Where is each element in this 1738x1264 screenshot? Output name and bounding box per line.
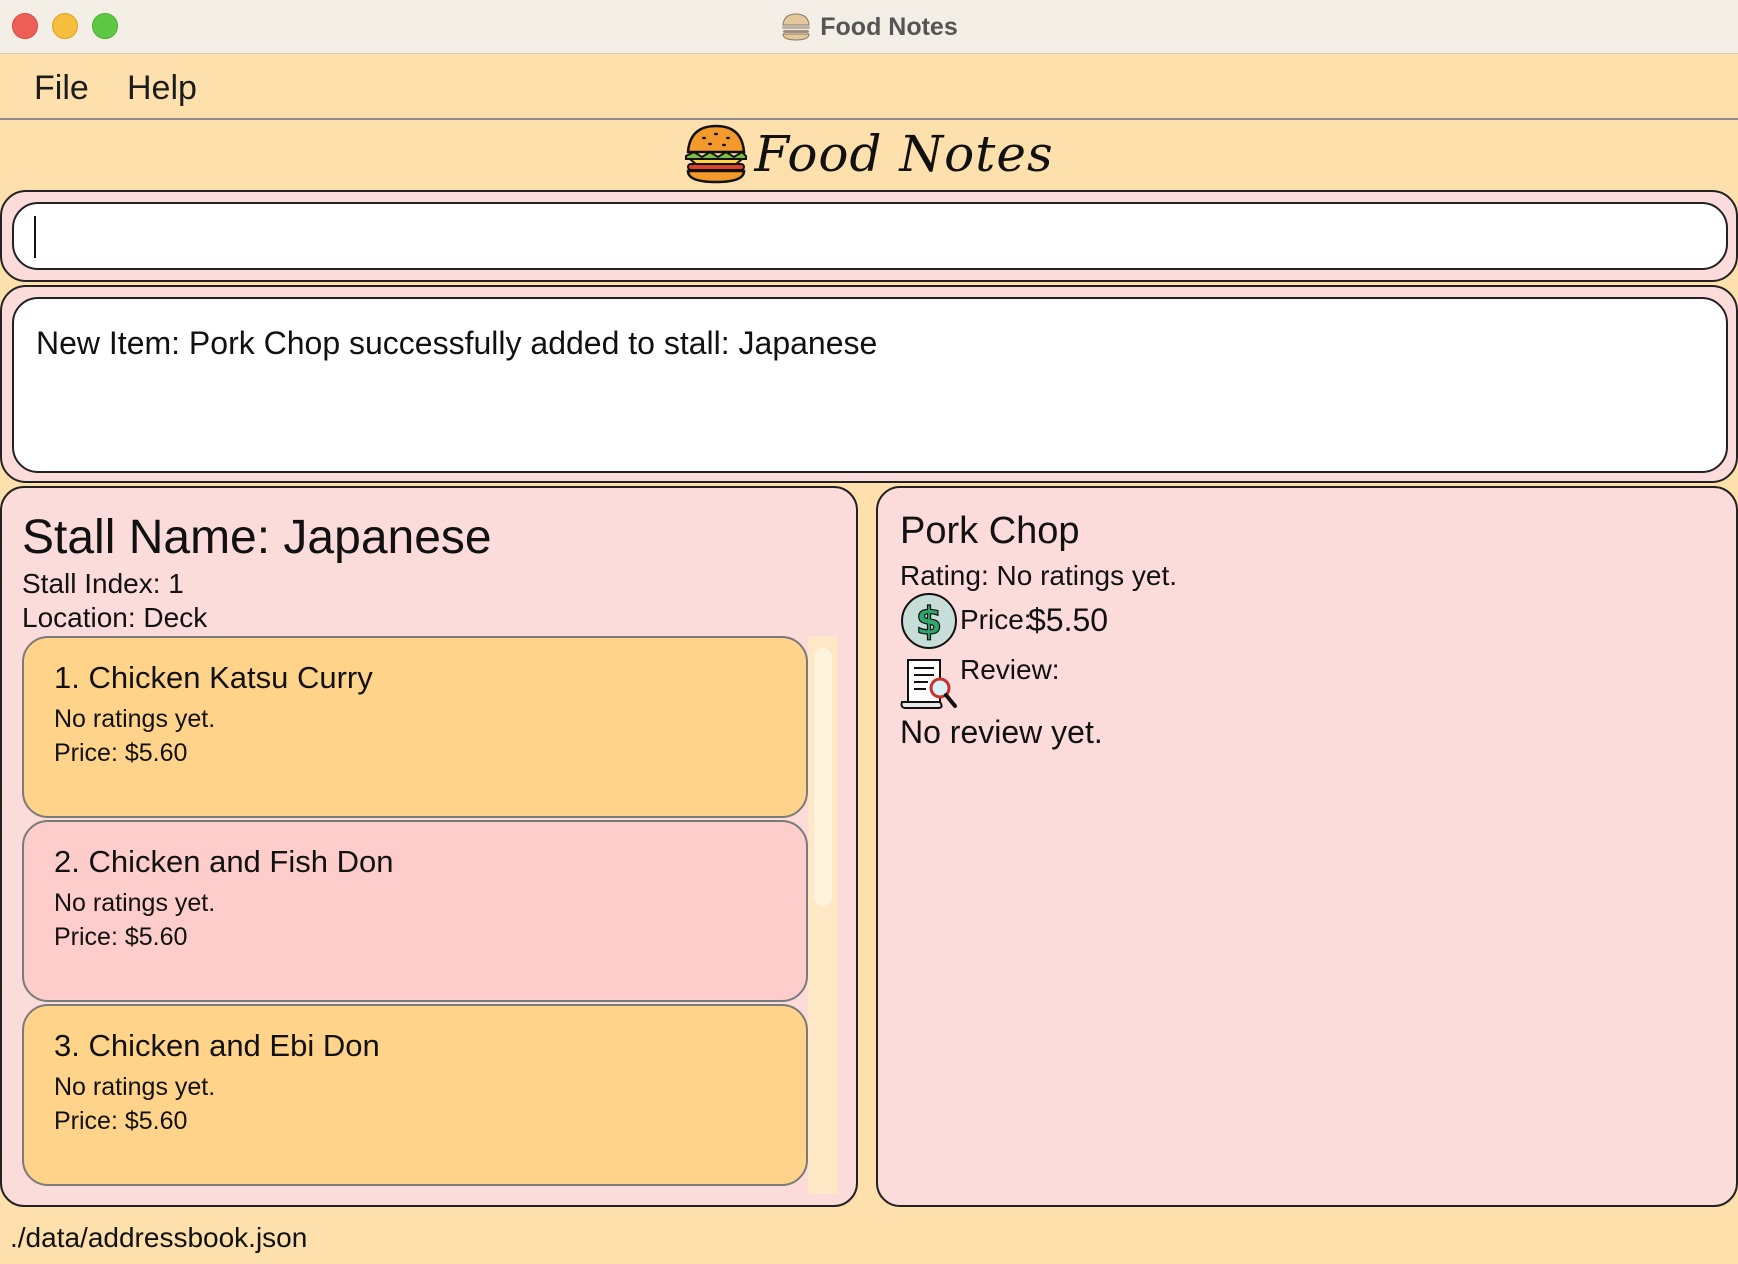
menu-bar: File Help xyxy=(0,55,1738,120)
stall-index: Stall Index: 1 xyxy=(22,568,184,599)
stall-name: Stall Name: Japanese xyxy=(22,511,492,564)
menu-item-price: Price: $5.60 xyxy=(54,739,188,767)
item-detail-review-text: No review yet. xyxy=(900,714,1103,750)
window-title-bar: Food Notes xyxy=(0,0,1738,54)
menu-item-price: Price: $5.60 xyxy=(54,923,188,951)
menu-item-rating: No ratings yet. xyxy=(54,1073,216,1101)
text-caret xyxy=(34,216,36,258)
burger-icon xyxy=(685,124,748,184)
review-magnifier-icon xyxy=(900,659,957,709)
command-input[interactable] xyxy=(12,202,1728,270)
menu-item-rating: No ratings yet. xyxy=(54,705,216,733)
dollar-icon: $ xyxy=(901,593,957,649)
menu-item-price: Price: $5.60 xyxy=(54,1107,188,1135)
menu-item-title: 1. Chicken Katsu Curry xyxy=(54,660,373,695)
menu-file[interactable]: File xyxy=(34,69,89,108)
command-box xyxy=(0,190,1738,282)
burger-icon xyxy=(782,13,811,41)
item-detail-rating: Rating: No ratings yet. xyxy=(900,560,1178,591)
svg-text:$: $ xyxy=(916,599,942,643)
menu-help[interactable]: Help xyxy=(127,69,197,108)
status-bar-file-path: ./data/addressbook.json xyxy=(10,1222,308,1253)
logo-text: Food Notes xyxy=(754,125,1054,183)
menu-item-list[interactable]: 1. Chicken Katsu Curry No ratings yet. P… xyxy=(22,636,808,1194)
scrollbar-thumb[interactable] xyxy=(814,648,832,906)
app-logo: Food Notes xyxy=(0,122,1738,186)
menu-item-title: 2. Chicken and Fish Don xyxy=(54,844,394,879)
menu-item-title: 3. Chicken and Ebi Don xyxy=(54,1028,380,1063)
item-detail-review-label: Review: xyxy=(960,654,1060,685)
window-title: Food Notes xyxy=(820,12,958,41)
result-message: New Item: Pork Chop successfully added t… xyxy=(36,325,878,361)
item-detail-price-value: $5.50 xyxy=(1028,602,1109,638)
menu-item-rating: No ratings yet. xyxy=(54,889,216,917)
stall-panel: Stall Name: Japanese Stall Index: 1 Loca… xyxy=(0,486,858,1207)
menu-item-card[interactable]: 1. Chicken Katsu Curry No ratings yet. P… xyxy=(22,636,808,818)
menu-item-card[interactable]: 3. Chicken and Ebi Don No ratings yet. P… xyxy=(22,1004,808,1186)
item-detail-name: Pork Chop xyxy=(900,510,1080,552)
menu-item-card[interactable]: 2. Chicken and Fish Don No ratings yet. … xyxy=(22,820,808,1002)
result-display: New Item: Pork Chop successfully added t… xyxy=(12,297,1728,473)
item-list-scrollbar[interactable] xyxy=(808,636,838,1194)
result-display-panel: New Item: Pork Chop successfully added t… xyxy=(0,285,1738,483)
item-detail-price-label: Price: xyxy=(960,604,1032,635)
stall-location: Location: Deck xyxy=(22,602,208,633)
item-detail-panel: Pork Chop Rating: No ratings yet. $ Pric… xyxy=(876,486,1738,1207)
